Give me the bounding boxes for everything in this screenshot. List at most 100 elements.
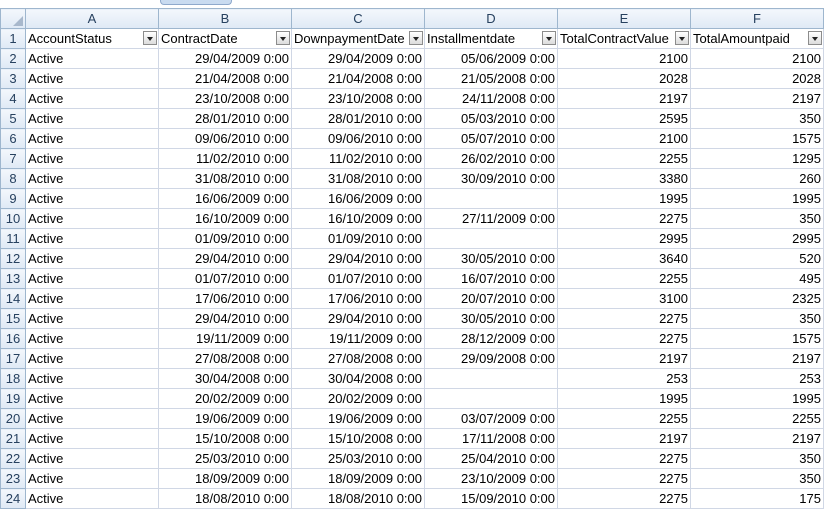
row-header[interactable]: 20 bbox=[0, 408, 26, 429]
cell-downpayment-date[interactable]: 19/11/2009 0:00 bbox=[291, 328, 425, 349]
row-header[interactable]: 1 bbox=[0, 28, 26, 49]
cell-contract-date[interactable]: 01/07/2010 0:00 bbox=[158, 268, 292, 289]
cell-account-status[interactable]: Active bbox=[25, 468, 159, 489]
row-header[interactable]: 16 bbox=[0, 328, 26, 349]
cell-contract-date[interactable]: 28/01/2010 0:00 bbox=[158, 108, 292, 129]
cell-downpayment-date[interactable]: 18/08/2010 0:00 bbox=[291, 488, 425, 509]
row-header[interactable]: 19 bbox=[0, 388, 26, 409]
row-header[interactable]: 12 bbox=[0, 248, 26, 269]
cell-downpayment-date[interactable]: 21/04/2008 0:00 bbox=[291, 68, 425, 89]
cell-total-amount-paid[interactable]: 2995 bbox=[690, 228, 824, 249]
cell-contract-date[interactable]: 16/06/2009 0:00 bbox=[158, 188, 292, 209]
cell-total-amount-paid[interactable]: 1995 bbox=[690, 188, 824, 209]
cell-downpayment-date[interactable]: 23/10/2008 0:00 bbox=[291, 88, 425, 109]
cell-installment-date[interactable]: 27/11/2009 0:00 bbox=[424, 208, 558, 229]
cell-contract-date[interactable]: 19/06/2009 0:00 bbox=[158, 408, 292, 429]
row-header[interactable]: 10 bbox=[0, 208, 26, 229]
filter-dropdown-icon[interactable] bbox=[675, 31, 689, 45]
row-header[interactable]: 6 bbox=[0, 128, 26, 149]
cell-account-status[interactable]: Active bbox=[25, 188, 159, 209]
cell-installment-date[interactable]: 05/03/2010 0:00 bbox=[424, 108, 558, 129]
cell-total-amount-paid[interactable]: 2028 bbox=[690, 68, 824, 89]
cell-downpayment-date[interactable]: 09/06/2010 0:00 bbox=[291, 128, 425, 149]
cell-account-status[interactable]: Active bbox=[25, 88, 159, 109]
cell-total-contract-value[interactable]: 2255 bbox=[557, 148, 691, 169]
cell-account-status[interactable]: Active bbox=[25, 328, 159, 349]
cell-contract-date[interactable]: 27/08/2008 0:00 bbox=[158, 348, 292, 369]
cell-downpayment-date[interactable]: 30/04/2008 0:00 bbox=[291, 368, 425, 389]
row-header[interactable]: 15 bbox=[0, 308, 26, 329]
header-cell-downpaymentdate[interactable]: DownpaymentDate bbox=[291, 28, 425, 49]
filter-dropdown-icon[interactable] bbox=[808, 31, 822, 45]
row-header[interactable]: 3 bbox=[0, 68, 26, 89]
header-cell-totalcontractvalue[interactable]: TotalContractValue bbox=[557, 28, 691, 49]
cell-installment-date[interactable] bbox=[424, 388, 558, 409]
cell-installment-date[interactable]: 26/02/2010 0:00 bbox=[424, 148, 558, 169]
cell-total-contract-value[interactable]: 2100 bbox=[557, 48, 691, 69]
cell-downpayment-date[interactable]: 25/03/2010 0:00 bbox=[291, 448, 425, 469]
cell-total-amount-paid[interactable]: 253 bbox=[690, 368, 824, 389]
cell-contract-date[interactable]: 23/10/2008 0:00 bbox=[158, 88, 292, 109]
cell-total-contract-value[interactable]: 2100 bbox=[557, 128, 691, 149]
cell-account-status[interactable]: Active bbox=[25, 68, 159, 89]
cell-installment-date[interactable]: 16/07/2010 0:00 bbox=[424, 268, 558, 289]
row-header[interactable]: 11 bbox=[0, 228, 26, 249]
cell-total-contract-value[interactable]: 253 bbox=[557, 368, 691, 389]
cell-installment-date[interactable]: 30/09/2010 0:00 bbox=[424, 168, 558, 189]
cell-total-amount-paid[interactable]: 350 bbox=[690, 108, 824, 129]
cell-account-status[interactable]: Active bbox=[25, 448, 159, 469]
cell-total-contract-value[interactable]: 2255 bbox=[557, 268, 691, 289]
column-header-d[interactable]: D bbox=[424, 8, 558, 29]
cell-installment-date[interactable]: 17/11/2008 0:00 bbox=[424, 428, 558, 449]
cell-installment-date[interactable] bbox=[424, 188, 558, 209]
cell-downpayment-date[interactable]: 16/10/2009 0:00 bbox=[291, 208, 425, 229]
cell-downpayment-date[interactable]: 01/09/2010 0:00 bbox=[291, 228, 425, 249]
row-header[interactable]: 9 bbox=[0, 188, 26, 209]
cell-total-contract-value[interactable]: 2275 bbox=[557, 328, 691, 349]
cell-account-status[interactable]: Active bbox=[25, 148, 159, 169]
cell-downpayment-date[interactable]: 18/09/2009 0:00 bbox=[291, 468, 425, 489]
header-cell-installmentdate[interactable]: Installmentdate bbox=[424, 28, 558, 49]
cell-total-amount-paid[interactable]: 520 bbox=[690, 248, 824, 269]
cell-downpayment-date[interactable]: 11/02/2010 0:00 bbox=[291, 148, 425, 169]
cell-downpayment-date[interactable]: 31/08/2010 0:00 bbox=[291, 168, 425, 189]
cell-installment-date[interactable]: 30/05/2010 0:00 bbox=[424, 308, 558, 329]
cell-total-amount-paid[interactable]: 175 bbox=[690, 488, 824, 509]
cell-total-amount-paid[interactable]: 1575 bbox=[690, 328, 824, 349]
cell-account-status[interactable]: Active bbox=[25, 228, 159, 249]
row-header[interactable]: 22 bbox=[0, 448, 26, 469]
cell-total-contract-value[interactable]: 2275 bbox=[557, 448, 691, 469]
cell-installment-date[interactable]: 15/09/2010 0:00 bbox=[424, 488, 558, 509]
cell-account-status[interactable]: Active bbox=[25, 368, 159, 389]
cell-account-status[interactable]: Active bbox=[25, 408, 159, 429]
cell-total-contract-value[interactable]: 3640 bbox=[557, 248, 691, 269]
cell-contract-date[interactable]: 20/02/2009 0:00 bbox=[158, 388, 292, 409]
filter-dropdown-icon[interactable] bbox=[542, 31, 556, 45]
cell-installment-date[interactable]: 21/05/2008 0:00 bbox=[424, 68, 558, 89]
cell-downpayment-date[interactable]: 16/06/2009 0:00 bbox=[291, 188, 425, 209]
cell-downpayment-date[interactable]: 15/10/2008 0:00 bbox=[291, 428, 425, 449]
cell-total-amount-paid[interactable]: 350 bbox=[690, 448, 824, 469]
cell-contract-date[interactable]: 09/06/2010 0:00 bbox=[158, 128, 292, 149]
cell-installment-date[interactable]: 05/07/2010 0:00 bbox=[424, 128, 558, 149]
cell-total-amount-paid[interactable]: 2197 bbox=[690, 88, 824, 109]
cell-installment-date[interactable]: 30/05/2010 0:00 bbox=[424, 248, 558, 269]
cell-total-contract-value[interactable]: 2595 bbox=[557, 108, 691, 129]
cell-contract-date[interactable]: 11/02/2010 0:00 bbox=[158, 148, 292, 169]
cell-total-amount-paid[interactable]: 2197 bbox=[690, 428, 824, 449]
cell-total-contract-value[interactable]: 1995 bbox=[557, 188, 691, 209]
cell-downpayment-date[interactable]: 01/07/2010 0:00 bbox=[291, 268, 425, 289]
cell-total-contract-value[interactable]: 2255 bbox=[557, 408, 691, 429]
row-header[interactable]: 23 bbox=[0, 468, 26, 489]
cell-account-status[interactable]: Active bbox=[25, 168, 159, 189]
cell-installment-date[interactable]: 29/09/2008 0:00 bbox=[424, 348, 558, 369]
cell-downpayment-date[interactable]: 19/06/2009 0:00 bbox=[291, 408, 425, 429]
cell-account-status[interactable]: Active bbox=[25, 48, 159, 69]
cell-downpayment-date[interactable]: 17/06/2010 0:00 bbox=[291, 288, 425, 309]
cell-contract-date[interactable]: 01/09/2010 0:00 bbox=[158, 228, 292, 249]
cell-downpayment-date[interactable]: 29/04/2009 0:00 bbox=[291, 48, 425, 69]
column-header-b[interactable]: B bbox=[158, 8, 292, 29]
row-header[interactable]: 7 bbox=[0, 148, 26, 169]
column-header-e[interactable]: E bbox=[557, 8, 691, 29]
cell-total-contract-value[interactable]: 2197 bbox=[557, 428, 691, 449]
